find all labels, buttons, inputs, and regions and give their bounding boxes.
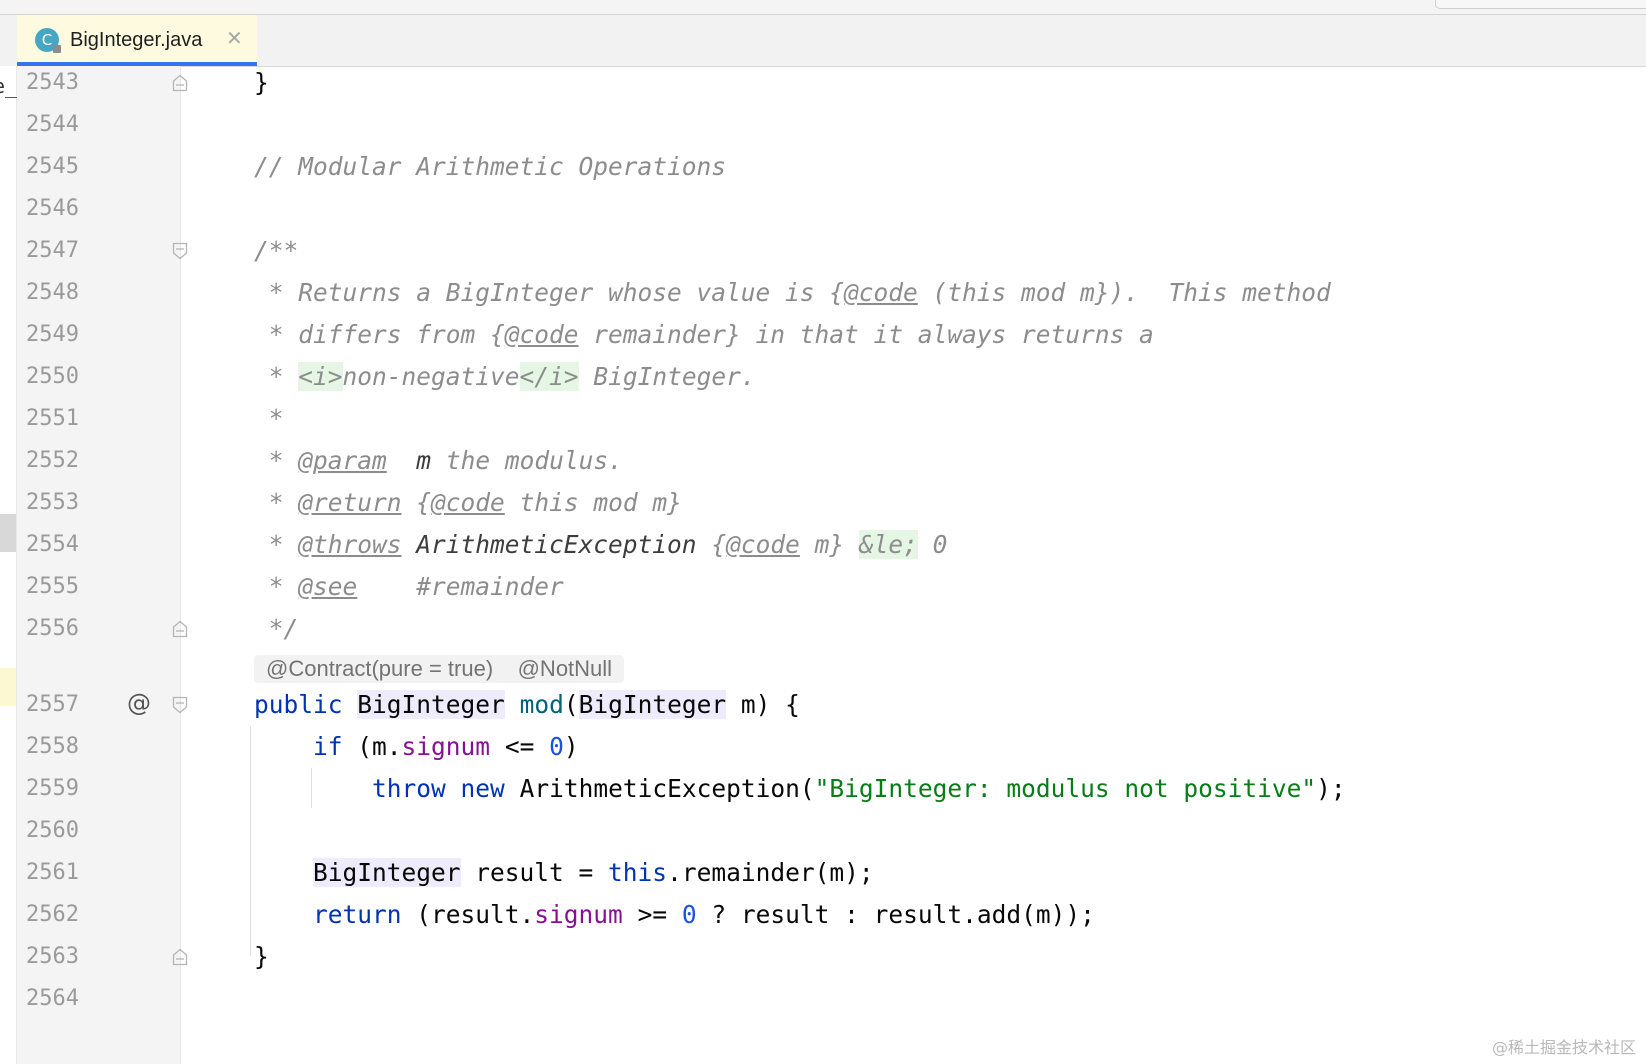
line-number: 2559 — [26, 776, 79, 801]
indent-guide — [250, 726, 251, 956]
line-number: 2558 — [26, 734, 79, 759]
code-area — [181, 66, 1646, 1064]
window-top-bar — [0, 0, 1646, 15]
line-number: 2555 — [26, 574, 79, 599]
line-number: 2552 — [26, 448, 79, 473]
line-number: 2562 — [26, 902, 79, 927]
inlay-annotation-hint[interactable]: @Contract(pure = true) @NotNull — [254, 655, 625, 683]
editor-tab-bar: C BigInteger.java ✕ — [0, 15, 1646, 67]
tab-biginteger-java[interactable]: C BigInteger.java ✕ — [17, 15, 257, 66]
line-number: 2549 — [26, 322, 79, 347]
line-number: 2564 — [26, 986, 79, 1011]
line-number: 2548 — [26, 280, 79, 305]
annotation-gutter-icon[interactable]: @ — [127, 689, 151, 717]
line-number: 2560 — [26, 818, 79, 843]
line-number: 2543 — [26, 70, 79, 95]
line-number: 2557 — [26, 692, 79, 717]
line-number: 2563 — [26, 944, 79, 969]
readonly-lock-icon — [53, 45, 61, 53]
close-icon[interactable]: ✕ — [226, 26, 243, 51]
line-number: 2553 — [26, 490, 79, 515]
line-number: 2547 — [26, 238, 79, 263]
java-class-icon: C — [35, 28, 61, 53]
java-class-icon-letter: C — [41, 31, 53, 49]
toolbar-search-edge[interactable] — [1435, 0, 1646, 9]
indent-guide — [311, 768, 312, 808]
line-number: 2544 — [26, 112, 79, 137]
watermark: @稀土掘金技术社区 — [1491, 1038, 1636, 1057]
line-number: 2561 — [26, 860, 79, 885]
line-number: 2556 — [26, 616, 79, 641]
line-number: 2546 — [26, 196, 79, 221]
line-number: 2554 — [26, 532, 79, 557]
line-number: 2545 — [26, 154, 79, 179]
tab-label: BigInteger.java — [70, 29, 203, 51]
line-number: 2550 — [26, 364, 79, 389]
line-number: 2551 — [26, 406, 79, 431]
